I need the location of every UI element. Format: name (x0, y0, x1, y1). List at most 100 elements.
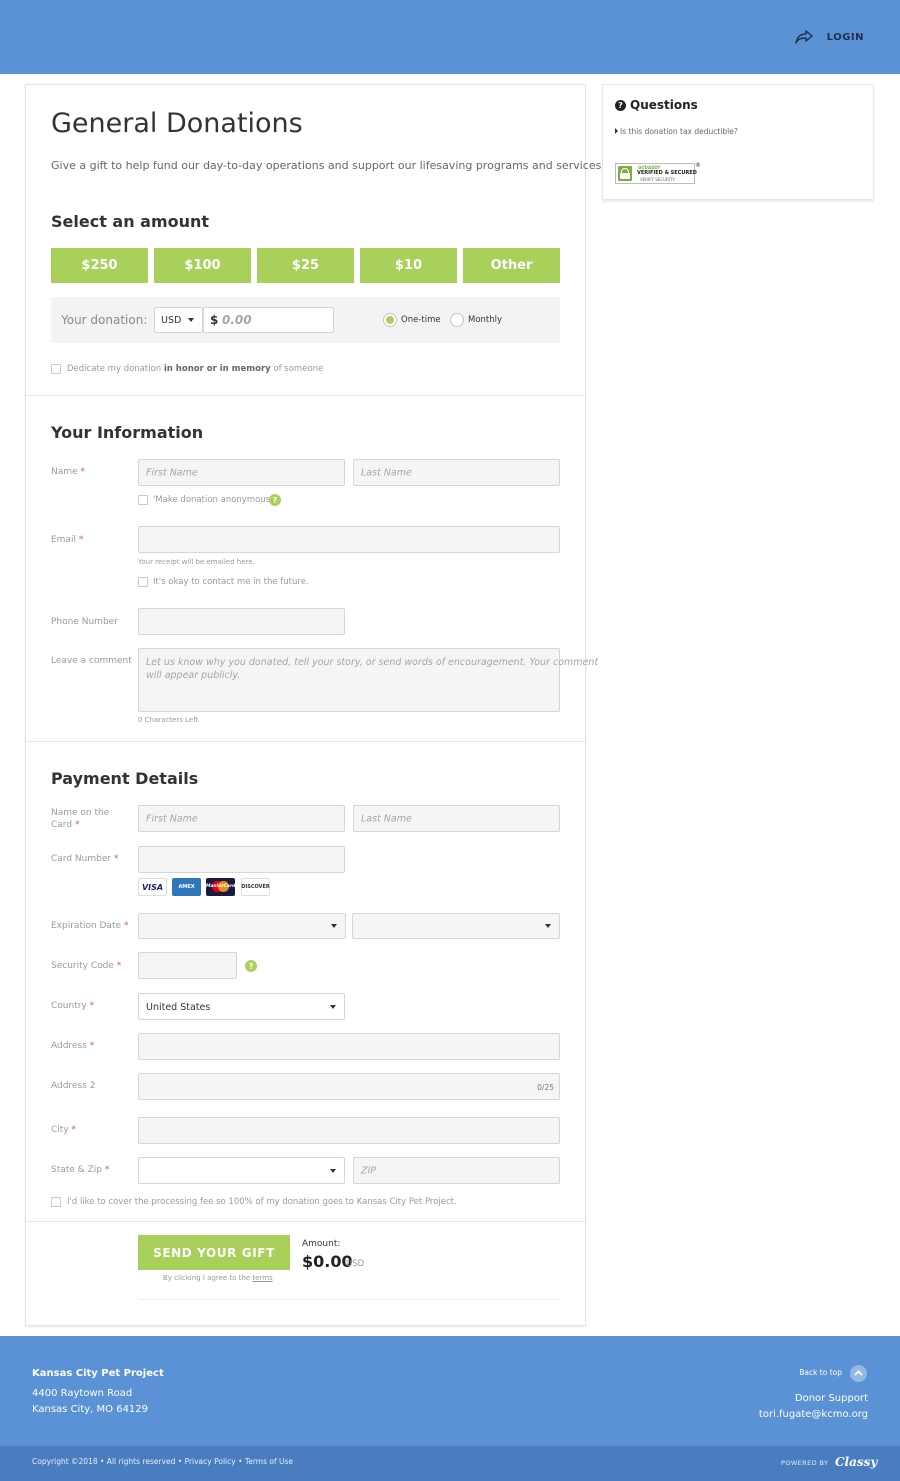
section-divider (26, 741, 585, 742)
dedicate-label: Dedicate my donation in honor or in memo… (67, 364, 324, 374)
dedicate-checkbox[interactable] (51, 364, 61, 374)
section-divider (26, 1221, 585, 1222)
privacy-policy-link[interactable]: Privacy Policy (185, 1457, 236, 1466)
currency-symbol: $ (210, 313, 219, 327)
your-information-heading: Your Information (51, 423, 204, 442)
submit-divider (138, 1299, 560, 1300)
address-input[interactable] (138, 1033, 560, 1060)
anonymous-checkbox[interactable] (138, 495, 148, 505)
city-label: City * (51, 1125, 77, 1135)
contact-label: It's okay to contact me in the future. (153, 577, 309, 587)
powered-by-label: POWERED BY (781, 1459, 829, 1467)
email-help-text: Your receipt will be emailed here. (138, 558, 255, 566)
mastercard-icon: MasterCard (206, 878, 235, 896)
donation-label: Your donation: (61, 313, 148, 327)
card-last-name-input[interactable]: Last Name (353, 805, 560, 832)
godaddy-security-badge[interactable]: GODADDY VERIFIED & SECURED VERIFY SECURI… (615, 163, 697, 184)
visa-icon: VISA (138, 878, 167, 896)
card-name-label: Name on the Card * (51, 808, 110, 830)
amount-button-other[interactable]: Other (463, 248, 560, 283)
share-arrow-icon (794, 30, 813, 44)
lock-icon (618, 166, 632, 181)
page-description: Give a gift to help fund our day-to-day … (51, 159, 605, 172)
currency-value: USD (161, 315, 182, 326)
caret-right-icon (615, 128, 618, 134)
phone-input[interactable] (138, 608, 345, 635)
country-value: United States (146, 1002, 211, 1013)
select-amount-heading: Select an amount (51, 212, 210, 231)
monthly-label: Monthly (468, 315, 503, 325)
amount-summary-currency: USD (346, 1259, 365, 1269)
country-select[interactable]: United States (138, 993, 345, 1020)
comment-textarea[interactable]: Let us know why you donated, tell your s… (138, 648, 599, 712)
amount-button-100[interactable]: $100 (154, 248, 251, 283)
terms-link[interactable]: terms (252, 1274, 272, 1282)
phone-label: Phone Number (51, 617, 118, 627)
state-select[interactable] (138, 1157, 345, 1184)
registered-mark: ® (695, 162, 701, 169)
chevron-down-icon (545, 924, 551, 928)
help-icon[interactable]: ? (269, 494, 281, 506)
faq-link-tax-deductible[interactable]: Is this donation tax deductible? (615, 127, 738, 136)
last-name-input[interactable]: Last Name (353, 459, 560, 486)
terms-notice: By clicking I agree to the terms (163, 1274, 273, 1282)
back-to-top-link[interactable]: Back to top (799, 1368, 842, 1377)
question-circle-icon: ? (615, 99, 626, 111)
donor-support-label: Donor Support (794, 1393, 868, 1404)
classy-logo[interactable]: Classy (835, 1455, 877, 1469)
amount-summary-label: Amount: (302, 1239, 341, 1249)
city-input[interactable] (138, 1117, 560, 1144)
support-email-link[interactable]: tori.fugate@kcmo.org (759, 1409, 868, 1420)
amount-button-250[interactable]: $250 (51, 248, 148, 283)
section-divider (26, 395, 585, 396)
discover-icon: DISCOVER (241, 878, 270, 896)
chevron-down-icon (331, 924, 337, 928)
send-gift-button[interactable]: SEND YOUR GIFT (138, 1235, 290, 1270)
expiration-year-select[interactable] (352, 913, 560, 939)
footer (0, 1336, 900, 1446)
help-icon[interactable]: ? (245, 960, 257, 972)
country-label: Country * (51, 1001, 95, 1011)
amount-button-25[interactable]: $25 (257, 248, 354, 283)
characters-left: 0 Characters Left (138, 716, 199, 724)
address-label: Address * (51, 1041, 95, 1051)
name-label: Name * (51, 467, 85, 477)
expiration-label: Expiration Date * (51, 921, 129, 931)
processing-fee-label: I'd like to cover the processing fee so … (67, 1197, 457, 1207)
login-link[interactable]: LOGIN (794, 30, 864, 44)
footer-legal: Copyright ©2018 • All rights reserved • … (32, 1457, 294, 1466)
chevron-down-icon (188, 318, 194, 322)
first-name-input[interactable]: First Name (138, 459, 345, 486)
address2-input[interactable]: 0/25 (138, 1073, 560, 1100)
currency-select[interactable]: USD (154, 307, 203, 333)
anonymous-label: 'Make donation anonymous' (153, 495, 273, 505)
card-first-name-input[interactable]: First Name (138, 805, 345, 832)
amex-icon: AMEX (172, 878, 201, 896)
terms-of-use-link[interactable]: Terms of Use (245, 1457, 293, 1466)
zip-input[interactable]: ZIP (353, 1157, 560, 1184)
donation-amount-input[interactable]: $ 0.00 (203, 307, 334, 333)
card-number-input[interactable] (138, 846, 345, 873)
address2-counter: 0/25 (537, 1083, 554, 1092)
expiration-month-select[interactable] (138, 913, 346, 939)
email-label: Email * (51, 535, 84, 545)
login-label: LOGIN (826, 31, 864, 43)
comment-label: Leave a comment (51, 656, 132, 666)
chevron-up-icon (854, 1370, 863, 1376)
one-time-radio[interactable] (383, 313, 397, 327)
one-time-label: One-time (401, 315, 441, 325)
processing-fee-checkbox[interactable] (51, 1197, 61, 1207)
payment-details-heading: Payment Details (51, 769, 199, 788)
questions-heading: ? Questions (615, 98, 698, 112)
amount-button-10[interactable]: $10 (360, 248, 457, 283)
footer-address-1: 4400 Raytown Road (32, 1388, 133, 1399)
comment-placeholder: Let us know why you donated, tell your s… (146, 657, 599, 681)
footer-address-2: Kansas City, MO 64129 (32, 1404, 149, 1415)
contact-checkbox[interactable] (138, 577, 148, 587)
email-input[interactable] (138, 526, 560, 553)
monthly-radio[interactable] (450, 313, 464, 327)
amount-placeholder: 0.00 (222, 313, 252, 327)
footer-org-name: Kansas City Pet Project (32, 1368, 164, 1379)
chevron-down-icon (330, 1168, 336, 1173)
security-code-input[interactable] (138, 952, 237, 979)
